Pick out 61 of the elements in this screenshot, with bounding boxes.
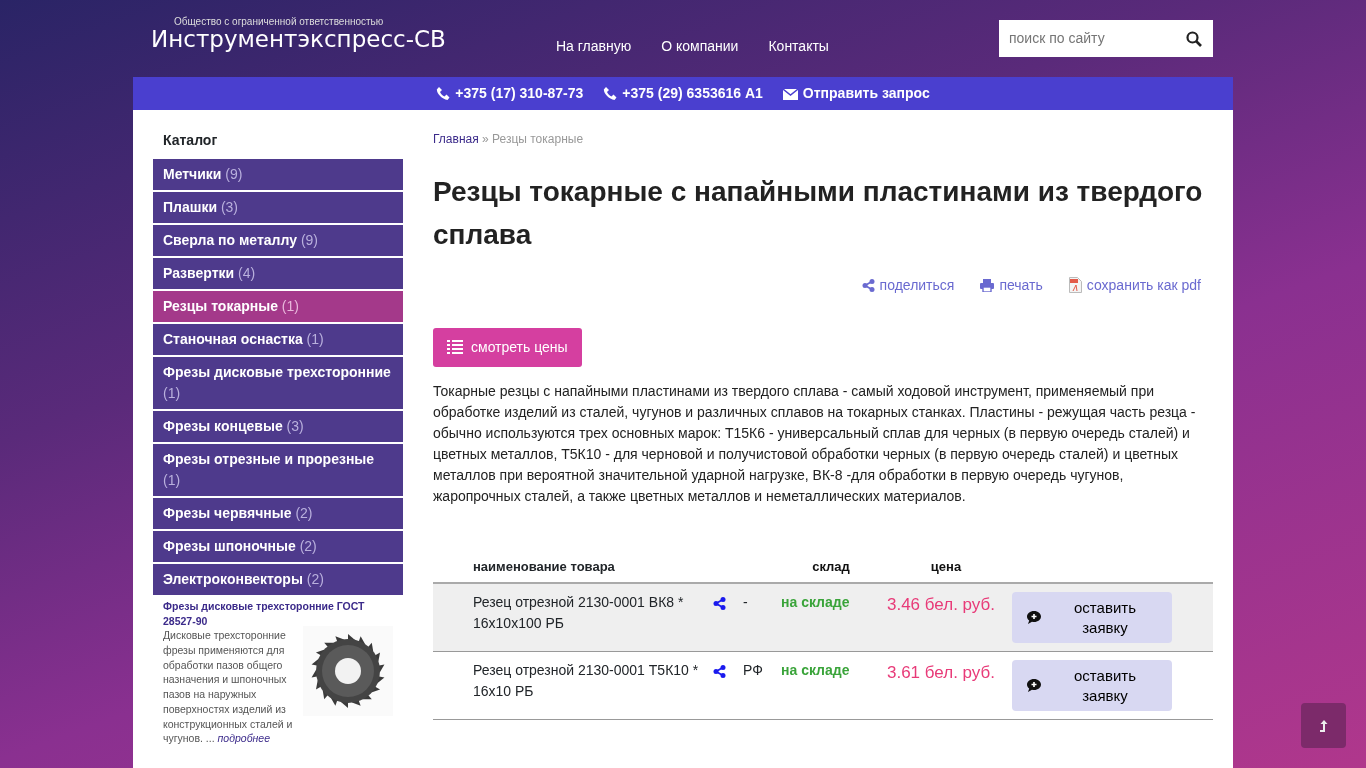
sidebar-item[interactable]: Плашки (3) <box>153 192 403 223</box>
sidebar-item[interactable]: Сверла по металлу (9) <box>153 225 403 256</box>
origin-cell-text: РФ <box>743 661 764 681</box>
save-pdf-link[interactable]: сохранить как pdf <box>1068 274 1201 296</box>
price: 3.61 бел. руб. <box>886 662 996 685</box>
sidebar-item[interactable]: Фрезы дисковые трехсторонние (1) <box>153 357 403 409</box>
share-icon <box>713 597 726 611</box>
phone-icon <box>603 86 618 101</box>
breadcrumb-separator: » <box>481 132 490 146</box>
price: 3.46 бел. руб. <box>886 594 996 617</box>
mail-icon <box>782 87 798 100</box>
arrow-up-icon <box>1318 718 1329 733</box>
nav-link[interactable]: О компании <box>661 36 739 57</box>
product-name: Резец отрезной 2130-0001 Т5К10 * 16х10 РБ <box>472 661 700 702</box>
feature-title-link[interactable]: Фрезы дисковые трехсторонние ГОСТ 28527-90 <box>163 599 393 629</box>
share-icon <box>713 665 726 679</box>
search-button[interactable] <box>1175 20 1213 57</box>
nav-link[interactable]: Контакты <box>768 36 829 57</box>
sidebar-item[interactable]: Станочная оснастка (1) <box>153 324 403 355</box>
sidebar-item[interactable]: Резцы токарные (1) <box>153 291 403 322</box>
breadcrumb-link[interactable]: Главная <box>433 132 479 146</box>
request-button[interactable]: оставить заявку <box>1012 660 1172 712</box>
nav-link[interactable]: На главную <box>556 36 632 57</box>
sidebar-title: Каталог <box>162 131 219 150</box>
stock-status: на складе <box>781 661 851 681</box>
product-name: Резец отрезной 2130-0001 ВК8 * 16х10х100 РБ <box>472 593 685 634</box>
search-icon <box>1186 30 1202 47</box>
chat-plus-icon <box>1026 678 1042 694</box>
print-link[interactable]: печать <box>980 274 1043 296</box>
printer-icon <box>980 278 995 292</box>
send-request-link[interactable]: Отправить запрос <box>782 83 930 104</box>
logo[interactable]: Инструментэкспресс-СВ <box>151 27 533 53</box>
share-link[interactable]: поделиться <box>861 274 955 296</box>
stock-status: на складе <box>781 593 851 613</box>
view-prices-button[interactable]: смотреть цены <box>433 327 582 367</box>
pdf-file-icon <box>1068 277 1082 294</box>
sidebar-item[interactable]: Электроконвекторы (2) <box>153 564 403 595</box>
column-header: наименование товара <box>472 557 616 576</box>
search-field[interactable]: поиск по сайту <box>999 20 1175 57</box>
column-header: склад <box>811 557 851 576</box>
breadcrumb-current: Резцы токарные <box>492 132 584 146</box>
sidebar-item[interactable]: Фрезы отрезные и прорезные (1) <box>153 444 403 496</box>
tagline: Общество с ограниченной ответственностью <box>173 17 385 27</box>
phone-icon <box>436 86 451 101</box>
more-link[interactable]: подробнее <box>217 732 270 745</box>
phone-number: +375 (29) 6353616 А1 <box>603 83 763 104</box>
sidebar-item[interactable]: Метчики (9) <box>153 159 403 190</box>
origin-cell-text: - <box>743 593 749 613</box>
phone-number: +375 (17) 310-87-73 <box>436 83 584 104</box>
column-header: цена <box>929 557 963 576</box>
page-title: Резцы токарные с напайными пластинами из твердого сплава <box>433 175 1204 253</box>
sidebar-item[interactable]: Фрезы концевые (3) <box>153 411 403 442</box>
description: Токарные резцы с напайными пластинами из твердого сплава - самый ходовой инструмент, применяемый при обработке изделий из сталей, чугунов и различных сплавов на токарных станках. Пластины - режущая часть резца - обычно используются трех основных марок: Т15К6 - универсальный сплав для черных (в первую очередь сталей) и цветных металлов, Т5К10 - для черновой и получистовой обработки черных (в первую очередь сталей) и цветных металлов при вероятной значительной ударной нагрузке, ВК-8 -для обработки в первую очередь чугунов, жаропрочных сталей, а также цветных металлов и неметаллических материалов. <box>433 381 1197 506</box>
sidebar-item[interactable]: Фрезы шпоночные (2) <box>153 531 403 562</box>
feature-description: Дисковые трехсторонние фрезы применяются для обработки пазов общего назначения и шпоночных пазов на наружных поверхностях изделий из конструкционных сталей и чугунов. ... подробнее <box>163 628 294 746</box>
share-icon <box>861 278 875 292</box>
sidebar-item[interactable]: Развертки (4) <box>153 258 403 289</box>
sidebar-item[interactable]: Фрезы червячные (2) <box>153 498 403 529</box>
chat-plus-icon <box>1026 610 1042 626</box>
request-button[interactable]: оставить заявку <box>1012 592 1172 644</box>
list-icon <box>447 340 463 355</box>
